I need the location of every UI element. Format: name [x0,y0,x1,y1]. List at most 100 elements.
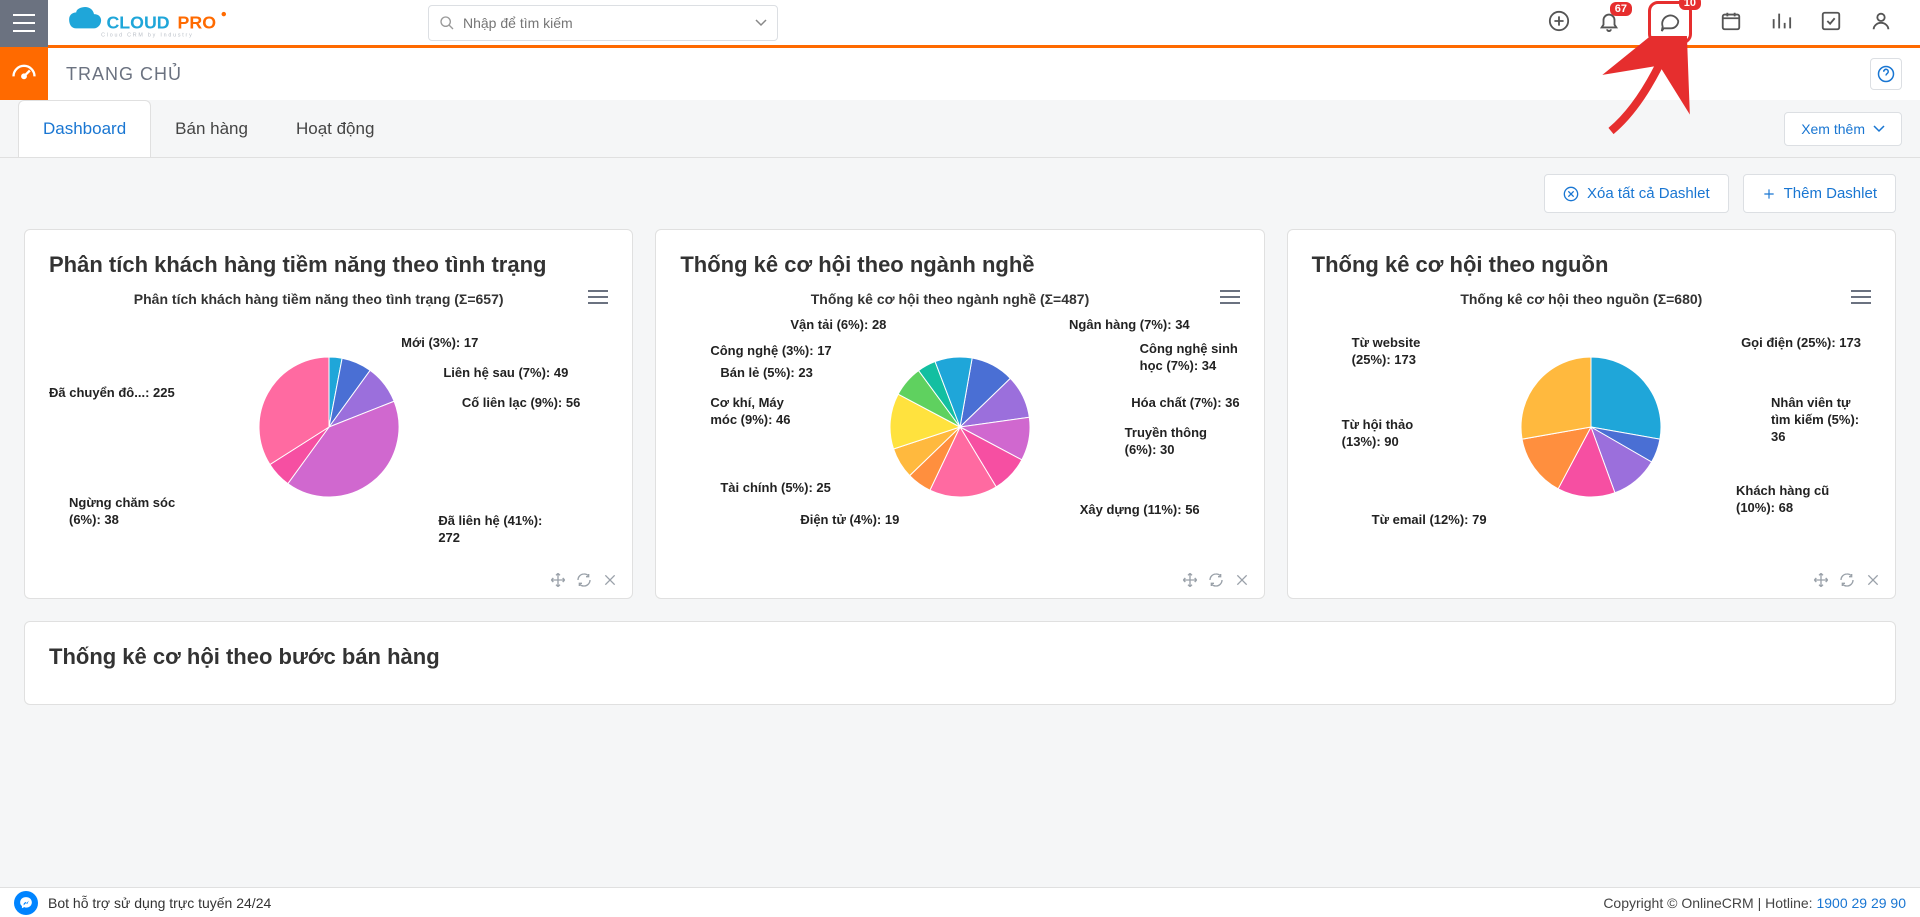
chat-button-highlighted[interactable]: 10 [1648,1,1692,44]
calendar-icon [1720,10,1742,32]
dashlet-toolbar: Xóa tất cả Dashlet Thêm Dashlet [0,158,1920,229]
chart-menu-button[interactable] [588,290,608,307]
dashlet-opportunity-stage: Thống kê cơ hội theo bước bán hàng [24,621,1896,705]
dashlet-title: Thống kê cơ hội theo bước bán hàng [49,644,1871,670]
chart-menu-button[interactable] [1220,290,1240,307]
add-dashlet-label: Thêm Dashlet [1784,185,1877,202]
copyright-text: Copyright © OnlineCRM [1603,895,1753,911]
clear-all-dashlets-button[interactable]: Xóa tất cả Dashlet [1544,174,1729,213]
user-icon [1870,10,1892,32]
dashlet-footer-actions [1813,572,1881,588]
dashlet-opportunity-source: Thống kê cơ hội theo nguồn Thống kê cơ h… [1287,229,1896,599]
pie-chart: Ngân hàng (7%): 34 Công nghệ sinh học (7… [680,307,1239,547]
close-icon[interactable] [1865,572,1881,588]
reports-button[interactable] [1770,10,1792,35]
home-module-icon[interactable] [0,48,48,100]
plus-circle-icon [1548,10,1570,32]
hotline-link[interactable]: 1900 29 29 90 [1816,895,1906,911]
notifications-button[interactable]: 67 [1598,10,1620,35]
pie-label: Bán lẻ (5%): 23 [720,365,812,382]
header-actions: 67 10 [1548,1,1920,44]
dashlet-title: Thống kê cơ hội theo nguồn [1312,252,1871,278]
chart-subtitle: Thống kê cơ hội theo nguồn (Σ=680) [1312,291,1851,307]
gauge-icon [10,60,38,88]
chart-subtitle: Phân tích khách hàng tiềm năng theo tình… [49,291,588,307]
check-square-icon [1820,10,1842,32]
pie-label: Đã chuyển đô...: 225 [49,385,175,402]
dashlet-lead-status: Phân tích khách hàng tiềm năng theo tình… [24,229,633,599]
pie-label: Nhân viên tự tìm kiếm (5%): 36 [1771,395,1871,446]
pie-label: Vận tải (6%): 28 [790,317,886,334]
footer: Bot hỗ trợ sử dụng trực tuyến 24/24 Copy… [0,887,1920,917]
pie-label: Cơ khí, Máy móc (9%): 46 [710,395,810,429]
dashlet-footer-actions [550,572,618,588]
refresh-icon[interactable] [576,572,592,588]
profile-button[interactable] [1870,10,1892,35]
pie-label: Cố liên lạc (9%): 56 [462,395,580,412]
view-more-label: Xem thêm [1801,121,1865,137]
tab-dashboard[interactable]: Dashboard [18,100,151,157]
pie-label: Mới (3%): 17 [401,335,478,352]
notification-badge: 67 [1610,2,1632,16]
pie-label: Truyền thông (6%): 30 [1125,425,1230,459]
pie-label: Ngừng chăm sóc (6%): 38 [69,495,189,529]
refresh-icon[interactable] [1839,572,1855,588]
copyright: Copyright © OnlineCRM | Hotline: 1900 29… [1603,895,1906,911]
pie-chart: Mới (3%): 17 Liên hệ sau (7%): 49 Cố liê… [49,307,608,547]
svg-text:CLOUD: CLOUD [106,12,169,32]
refresh-icon[interactable] [1208,572,1224,588]
dashlet-title: Thống kê cơ hội theo ngành nghề [680,252,1239,278]
tab-sales[interactable]: Bán hàng [151,101,272,157]
pie-label: Khách hàng cũ (10%): 68 [1736,483,1851,517]
menu-bars-icon [1851,290,1871,304]
pie-label: Gọi điện (25%): 173 [1741,335,1861,352]
move-icon[interactable] [1813,572,1829,588]
menu-bars-icon [1220,290,1240,304]
search-input[interactable] [463,15,755,31]
chart-icon [1770,10,1792,32]
pie-label: Công nghệ sinh học (7%): 34 [1140,341,1240,375]
tasks-button[interactable] [1820,10,1842,35]
menu-bars-icon [588,290,608,304]
dashlet-opportunity-industry: Thống kê cơ hội theo ngành nghề Thống kê… [655,229,1264,599]
menu-button[interactable] [0,0,48,47]
chat-badge: 10 [1679,0,1701,10]
help-button[interactable] [1870,58,1902,90]
tabs: Dashboard Bán hàng Hoạt động Xem thêm [0,100,1920,158]
pie-label: Đã liên hệ (41%): 272 [438,513,558,547]
close-icon[interactable] [602,572,618,588]
pie-label: Xây dựng (11%): 56 [1080,502,1200,519]
calendar-button[interactable] [1720,10,1742,35]
pie-label: Từ website (25%): 173 [1352,335,1442,369]
tab-activity[interactable]: Hoạt động [272,101,398,157]
clear-all-label: Xóa tất cả Dashlet [1587,185,1710,202]
logo[interactable]: CLOUD PRO Cloud CRM by Industry [58,7,258,39]
dashlet-row: Phân tích khách hàng tiềm năng theo tình… [0,229,1920,599]
hamburger-icon [13,14,35,32]
search-box[interactable] [428,5,778,41]
add-button[interactable] [1548,10,1570,35]
pie-label: Từ email (12%): 79 [1372,512,1487,529]
close-icon[interactable] [1234,572,1250,588]
bot-text: Bot hỗ trợ sử dụng trực tuyến 24/24 [48,895,271,911]
messenger-icon [19,896,33,910]
chevron-down-icon [1873,125,1885,133]
pie-label: Liên hệ sau (7%): 49 [443,365,568,382]
dashlet-footer-actions [1182,572,1250,588]
add-dashlet-button[interactable]: Thêm Dashlet [1743,174,1896,213]
subheader: TRANG CHỦ [0,48,1920,100]
move-icon[interactable] [1182,572,1198,588]
chart-subtitle: Thống kê cơ hội theo ngành nghề (Σ=487) [680,291,1219,307]
pie-label: Điện tử (4%): 19 [800,512,899,529]
chevron-down-icon[interactable] [755,19,767,27]
pie-label: Hóa chất (7%): 36 [1131,395,1239,412]
header: CLOUD PRO Cloud CRM by Industry 67 10 [0,0,1920,48]
plus-icon [1762,187,1776,201]
chart-menu-button[interactable] [1851,290,1871,307]
move-icon[interactable] [550,572,566,588]
pie-label: Từ hội thảo (13%): 90 [1342,417,1422,451]
svg-text:Cloud CRM by Industry: Cloud CRM by Industry [101,32,193,38]
view-more-button[interactable]: Xem thêm [1784,112,1902,146]
pie-label: Ngân hàng (7%): 34 [1069,317,1190,334]
messenger-bot-icon[interactable] [14,891,38,915]
